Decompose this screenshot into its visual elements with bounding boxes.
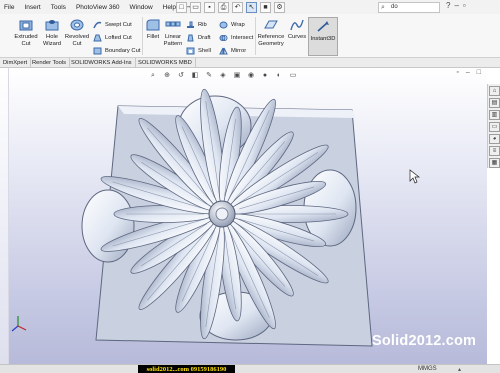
mouse-cursor [409,169,421,184]
quick-access-toolbar: □ ▭ ▪ ⎙ ↶ ↖ ■ ⚙ [176,0,285,14]
appearances-icon[interactable]: ◕ [489,134,500,144]
new-document-icon[interactable]: □ [176,1,187,13]
extruded-cut-label: Extruded Cut [14,34,38,47]
hole-wizard-label: Hole Wizard [42,34,62,47]
rib-button[interactable]: Rib [186,20,207,29]
print-icon[interactable]: ⎙ [218,1,229,13]
intersect-label: Intersect [231,34,254,41]
coordinate-triad [11,316,27,332]
watermark-text: Solid2012.com [372,333,477,349]
task-pane-tabs: ⌂ ▤ ▥ ▭ ◕ ≡ ▦ [487,84,500,168]
open-icon[interactable]: ▭ [190,1,201,13]
intersect-button[interactable]: Intersect [219,33,253,42]
revolved-cut-label: Revolved Cut [64,34,90,47]
instant3d-label: Instant3D [310,36,336,42]
resources-icon[interactable]: ▤ [489,98,500,108]
mirror-icon [219,47,228,54]
options-icon[interactable]: ⚙ [274,1,285,13]
menu-window[interactable]: Window [130,4,153,11]
search-input[interactable]: ⌕ do [378,2,440,13]
draft-icon [187,34,194,41]
status-bar: solid2012...com 09159186190 MMGS ▴ [0,364,500,373]
curves-button[interactable]: Curves [287,18,307,41]
graphics-area[interactable]: ⌕ ⊕ ↺ ◧ ✎ ◈ ▣ ◉ ● ◐ ▭ ▫ – □ Solid2012.co… [0,68,487,364]
save-icon[interactable]: ▪ [204,1,215,13]
extruded-cut-icon [19,20,33,31]
menu-photoview[interactable]: PhotoView 360 [76,4,120,11]
model-render [11,88,421,347]
instant3d-icon [317,21,329,32]
search-icon: ⌕ [381,4,385,11]
rib-icon [187,21,194,28]
lofted-cut-label: Lofted Cut [105,34,132,41]
extruded-cut-button[interactable]: Extruded Cut [12,18,40,48]
mirror-button[interactable]: Mirror [219,46,246,55]
ribbon-separator [255,17,256,55]
wrap-button[interactable]: Wrap [219,20,245,29]
boundary-cut-button[interactable]: Boundary Cut [93,46,140,55]
draft-label: Draft [198,34,211,41]
swept-cut-button[interactable]: Swept Cut [93,20,132,29]
minimize-icon[interactable]: – [454,1,458,10]
restore-icon[interactable]: ▫ [463,1,466,10]
lofted-cut-icon [93,34,102,41]
status-expand-icon[interactable]: ▴ [458,366,461,373]
intersect-icon [219,34,228,41]
rebuild-icon[interactable]: ■ [260,1,271,13]
menu-file[interactable]: File [4,4,14,11]
boundary-cut-icon [93,47,102,54]
menu-insert[interactable]: Insert [24,4,40,11]
reference-geometry-label: Reference Geometry [257,34,285,47]
file-explorer-icon[interactable]: ▭ [489,122,500,132]
window-controls: ? – ▫ [446,1,466,10]
select-pointer-icon[interactable]: ↖ [246,1,257,13]
boundary-cut-label: Boundary Cut [105,47,141,54]
swept-cut-icon [93,21,102,28]
shell-button[interactable]: Shell [186,46,211,55]
linear-pattern-label: Linear Pattern [163,34,183,47]
lofted-cut-button[interactable]: Lofted Cut [93,33,132,42]
wrap-label: Wrap [231,21,245,28]
contact-banner: solid2012...com 09159186190 [138,365,235,373]
tab-dimxpert[interactable]: DimXpert [0,58,32,68]
menu-tools[interactable]: Tools [51,4,66,11]
fillet-button[interactable]: Fillet [145,18,161,41]
menu-help[interactable]: Help [163,4,176,11]
home-icon[interactable]: ⌂ [489,86,500,96]
linear-pattern-button[interactable]: Linear Pattern [162,18,184,48]
unit-system-selector[interactable]: MMGS [418,365,437,373]
mirror-label: Mirror [231,47,247,54]
fillet-label: Fillet [146,34,160,40]
tab-solidworks-mbd[interactable]: SOLIDWORKS MBD [135,58,196,68]
linear-pattern-icon [165,21,181,27]
revolved-cut-icon [70,19,84,31]
command-manager-ribbon: Extruded Cut Hole Wizard Revolved Cut Sw… [0,14,500,58]
ribbon-separator [142,17,143,55]
help-icon[interactable]: ? [446,1,450,10]
fillet-icon [146,19,160,31]
undo-icon[interactable]: ↶ [232,1,243,13]
swept-cut-label: Swept Cut [105,21,132,28]
view-palette-icon[interactable]: ▦ [489,158,500,168]
rosette-center [208,200,236,228]
custom-properties-icon[interactable]: ≡ [489,146,500,156]
instant3d-content: Instant3D [309,20,337,43]
design-library-icon[interactable]: ▥ [489,110,500,120]
shell-icon [186,47,195,54]
curves-icon [290,19,304,31]
command-tabs: DimXpert Render Tools SOLIDWORKS Add-Ins… [0,58,500,68]
tab-solidworks-addins[interactable]: SOLIDWORKS Add-Ins [68,58,136,68]
wrap-icon [219,21,228,28]
draft-button[interactable]: Draft [186,33,211,42]
reference-geometry-button[interactable]: Reference Geometry [257,18,285,48]
hole-wizard-icon [45,20,59,31]
tab-render-tools[interactable]: Render Tools [29,58,71,68]
shell-label: Shell [198,47,211,54]
reference-geometry-icon [264,20,278,29]
search-value: do [391,4,398,10]
revolved-cut-button[interactable]: Revolved Cut [64,18,90,48]
rib-label: Rib [198,21,207,28]
curves-label: Curves [287,34,307,40]
hole-wizard-button[interactable]: Hole Wizard [40,18,64,48]
